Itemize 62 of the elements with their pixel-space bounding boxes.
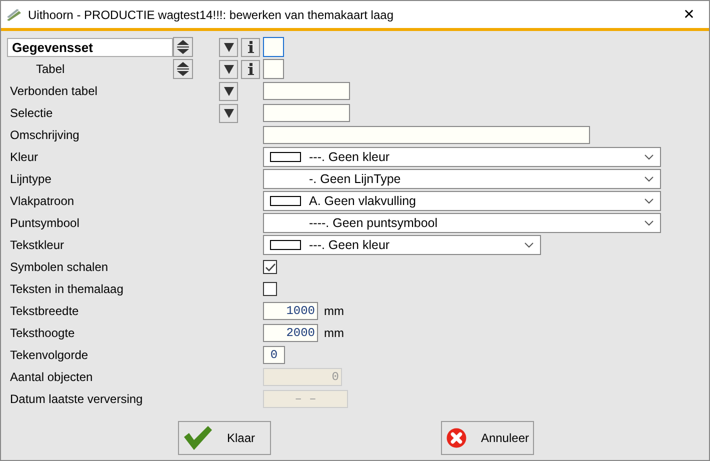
number-field[interactable]: 0 bbox=[263, 346, 285, 364]
dropdown-button[interactable] bbox=[219, 104, 238, 122]
info-button[interactable] bbox=[241, 60, 260, 78]
chevron-down-icon bbox=[524, 242, 534, 248]
triangle-icon bbox=[224, 86, 234, 96]
spinner-button[interactable] bbox=[173, 37, 193, 57]
input-field[interactable] bbox=[263, 126, 590, 144]
field-label: Tekenvolgorde bbox=[9, 348, 88, 362]
field-label: Teksten in themalaag bbox=[9, 282, 124, 296]
pen-icon bbox=[6, 8, 22, 22]
field-label: Verbonden tabel bbox=[9, 84, 98, 98]
number-field[interactable]: 1000 bbox=[263, 302, 318, 320]
checkmark-icon bbox=[183, 425, 213, 451]
field-label: Kleur bbox=[9, 150, 38, 164]
chevron-down-icon bbox=[644, 154, 654, 160]
field-label: Tekstbreedte bbox=[9, 304, 79, 318]
dropdown-button[interactable] bbox=[219, 38, 238, 56]
info-icon bbox=[248, 63, 254, 75]
info-button[interactable] bbox=[241, 38, 260, 56]
dropdown-field[interactable]: ----. Geen puntsymbool bbox=[263, 213, 661, 233]
info-icon bbox=[248, 41, 254, 53]
small-field[interactable] bbox=[263, 59, 284, 79]
chevron-down-icon bbox=[644, 220, 654, 226]
field-label: Selectie bbox=[9, 106, 53, 120]
field-label: Vlakpatroon bbox=[9, 194, 74, 208]
triangle-icon bbox=[224, 42, 234, 52]
dropdown-field[interactable]: -. Geen LijnType bbox=[263, 169, 661, 189]
dropdown-field[interactable]: ---. Geen kleur bbox=[263, 147, 661, 167]
dataset-label: Gegevensset bbox=[7, 38, 173, 56]
field-label: Datum laatste verversing bbox=[9, 392, 143, 406]
field-label: Puntsymbool bbox=[9, 216, 80, 230]
number-field[interactable]: 2000 bbox=[263, 324, 318, 342]
triangle-icon bbox=[224, 64, 234, 74]
readonly-field: 0 bbox=[263, 368, 342, 386]
window-title: Uithoorn - PRODUCTIE wagtest14!!!: bewerken van themakaart laag bbox=[28, 8, 394, 22]
unit-label: mm bbox=[324, 326, 344, 340]
input-field[interactable] bbox=[263, 104, 350, 122]
input-field[interactable] bbox=[263, 82, 350, 100]
field-label: Teksthoogte bbox=[9, 326, 75, 340]
field-label: Tekstkleur bbox=[9, 238, 64, 252]
readonly-field: – – bbox=[263, 390, 348, 408]
checkbox[interactable] bbox=[263, 282, 277, 296]
field-label: Lijntype bbox=[9, 172, 52, 186]
field-label: Aantal objecten bbox=[9, 370, 93, 384]
field-label: Omschrijving bbox=[9, 128, 80, 142]
dropdown-field[interactable]: A. Geen vlakvulling bbox=[263, 191, 661, 211]
spinner-button[interactable] bbox=[173, 59, 193, 79]
unit-label: mm bbox=[324, 304, 344, 318]
checkmark-icon bbox=[264, 262, 276, 272]
chevron-down-icon bbox=[644, 198, 654, 204]
checkbox[interactable] bbox=[263, 260, 277, 274]
dropdown-field[interactable]: ---. Geen kleur bbox=[263, 235, 541, 255]
field-label: Symbolen schalen bbox=[9, 260, 108, 274]
chevron-down-icon bbox=[644, 176, 654, 182]
triangle-icon bbox=[224, 108, 234, 118]
small-field[interactable] bbox=[263, 37, 284, 57]
close-button[interactable]: ✕ bbox=[669, 1, 709, 28]
table-label: Tabel bbox=[35, 62, 65, 76]
ok-button[interactable]: Klaar bbox=[178, 421, 271, 455]
dropdown-button[interactable] bbox=[219, 60, 238, 78]
dropdown-button[interactable] bbox=[219, 82, 238, 100]
cancel-button[interactable]: Annuleer bbox=[441, 421, 534, 455]
